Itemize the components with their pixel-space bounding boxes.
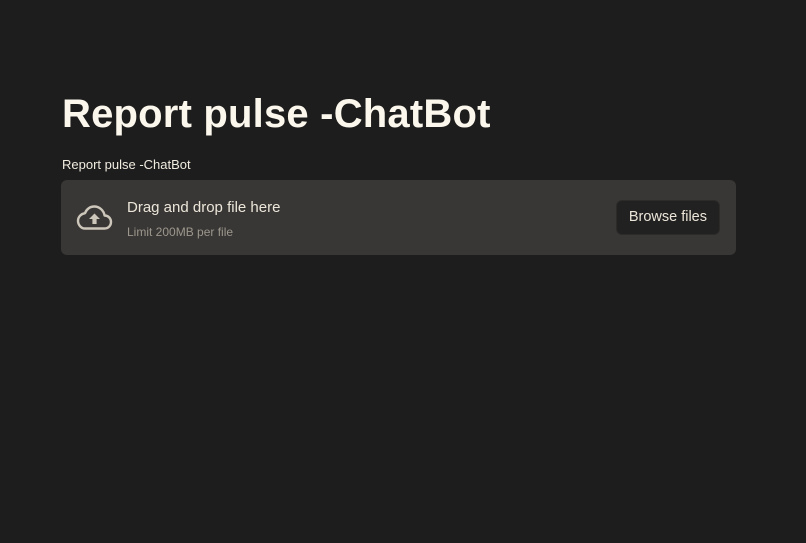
dropzone-instructions: Drag and drop file here Limit 200MB per … (127, 199, 280, 239)
main-container: Report pulse -ChatBot Report pulse -Chat… (0, 0, 806, 543)
browse-files-button[interactable]: Browse files (615, 200, 720, 235)
file-dropzone[interactable]: Drag and drop file here Limit 200MB per … (61, 180, 736, 255)
file-size-limit-text: Limit 200MB per file (127, 225, 234, 239)
page-title: Report pulse -ChatBot (62, 92, 491, 136)
file-uploader-label: Report pulse -ChatBot (62, 157, 191, 172)
cloud-upload-icon (76, 205, 113, 230)
drag-drop-text: Drag and drop file here (127, 199, 281, 216)
